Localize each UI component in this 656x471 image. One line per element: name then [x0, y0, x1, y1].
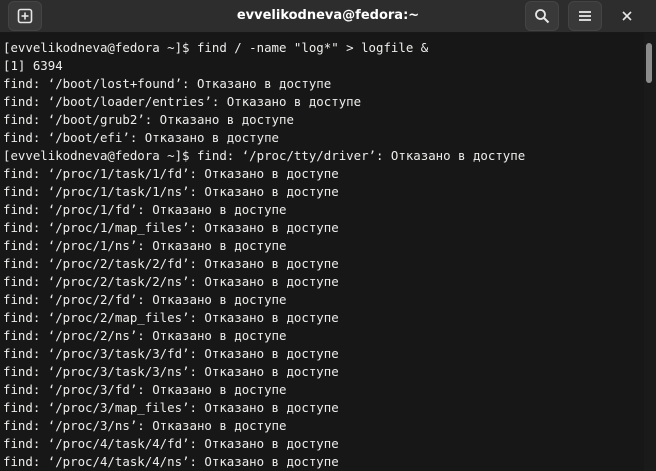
- terminal-line: find: ‘/proc/4/task/4/fd’: Отказано в до…: [3, 436, 339, 451]
- terminal-line: find: ‘/proc/1/map_files’: Отказано в до…: [3, 220, 339, 235]
- terminal-line: find: ‘/proc/4/task/4/ns’: Отказано в до…: [3, 454, 339, 469]
- terminal-line: [evvelikodneva@fedora ~]$ find / -name "…: [3, 40, 429, 55]
- terminal-output: [evvelikodneva@fedora ~]$ find / -name "…: [0, 33, 644, 471]
- terminal-line: find: ‘/proc/2/ns’: Отказано в доступе: [3, 328, 287, 343]
- terminal-line: [1] 6394: [3, 58, 63, 73]
- terminal-output-area[interactable]: [evvelikodneva@fedora ~]$ find / -name "…: [0, 33, 644, 471]
- terminal-line: find: ‘/proc/3/fd’: Отказано в доступе: [3, 382, 287, 397]
- terminal-line: find: ‘/boot/grub2’: Отказано в доступе: [3, 112, 294, 127]
- terminal-line: find: ‘/proc/1/ns’: Отказано в доступе: [3, 238, 287, 253]
- terminal-line: find: ‘/proc/1/task/1/fd’: Отказано в до…: [3, 166, 339, 181]
- title-bar: evvelikodneva@fedora:~: [0, 0, 656, 33]
- terminal-line: find: ‘/proc/3/map_files’: Отказано в до…: [3, 400, 339, 415]
- terminal-line: find: ‘/boot/loader/entries’: Отказано в…: [3, 94, 362, 109]
- terminal-line: [evvelikodneva@fedora ~]$ find: ‘/proc/t…: [3, 148, 526, 163]
- window-title: evvelikodneva@fedora:~: [236, 8, 420, 23]
- terminal-line: find: ‘/proc/2/task/2/ns’: Отказано в до…: [3, 274, 339, 289]
- new-tab-icon: [17, 8, 33, 24]
- terminal-line: find: ‘/proc/3/task/3/fd’: Отказано в до…: [3, 346, 339, 361]
- scrollbar[interactable]: [644, 33, 656, 471]
- new-tab-button[interactable]: [8, 1, 42, 31]
- hamburger-menu-icon: [577, 8, 593, 24]
- terminal-line: find: ‘/proc/3/ns’: Отказано в доступе: [3, 418, 287, 433]
- search-icon: [534, 8, 550, 24]
- close-icon: [621, 10, 633, 22]
- terminal-line: find: ‘/proc/2/fd’: Отказано в доступе: [3, 292, 287, 307]
- terminal-line: find: ‘/proc/2/map_files’: Отказано в до…: [3, 310, 339, 325]
- terminal-line: find: ‘/proc/2/task/2/fd’: Отказано в до…: [3, 256, 339, 271]
- terminal-line: find: ‘/proc/3/task/3/ns’: Отказано в до…: [3, 364, 339, 379]
- search-button[interactable]: [525, 1, 559, 31]
- terminal-line: find: ‘/boot/lost+found’: Отказано в дос…: [3, 76, 332, 91]
- menu-button[interactable]: [568, 1, 602, 31]
- terminal-line: find: ‘/boot/efi’: Отказано в доступе: [3, 130, 280, 145]
- terminal-line: find: ‘/proc/1/task/1/ns’: Отказано в до…: [3, 184, 339, 199]
- terminal-line: find: ‘/proc/1/fd’: Отказано в доступе: [3, 202, 287, 217]
- close-button[interactable]: [614, 3, 640, 29]
- scrollbar-thumb[interactable]: [646, 43, 652, 83]
- terminal-window: evvelikodneva@fedora:~ [evvelikodneva@fe…: [0, 0, 656, 471]
